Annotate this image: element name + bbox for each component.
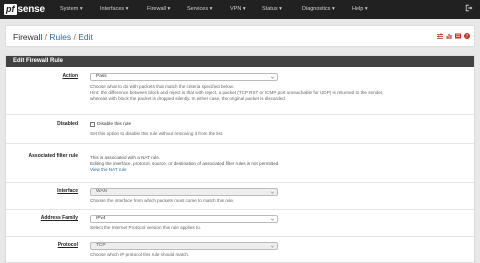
panel-title: Edit Firewall Rule — [6, 56, 474, 67]
sliders-icon[interactable] — [437, 33, 443, 39]
interface-row: Interface WAN Choose the interface from … — [6, 183, 474, 210]
interface-help: Choose the interface from which packets … — [90, 198, 235, 203]
protocol-value: TCP — [96, 243, 106, 248]
interface-value: WAN — [96, 189, 108, 194]
chart-icon[interactable] — [446, 33, 452, 39]
protocol-select[interactable]: TCP — [90, 242, 278, 250]
address-family-row: Address Family IPv4 Select the Internet … — [6, 210, 474, 237]
edit-rule-panel: Edit Firewall Rule Action Pass Choose wh… — [5, 55, 475, 263]
nav-diagnostics[interactable]: Diagnostics ▾ — [302, 5, 335, 13]
checkbox-box[interactable] — [90, 122, 95, 127]
associated-rule-info: This is associated with a NAT rule. Edit… — [90, 155, 279, 173]
breadcrumb-separator: / — [73, 32, 76, 42]
nav-status[interactable]: Status ▾ — [262, 5, 282, 13]
logout-icon[interactable] — [465, 4, 473, 12]
top-navbar: pf sense System ▾ Interfaces ▾ Firewall … — [0, 0, 480, 19]
interface-label: Interface — [57, 188, 78, 194]
action-label: Action — [62, 73, 78, 79]
nav-system[interactable]: System ▾ — [60, 5, 83, 13]
action-help-line: whereas with block the packet is dropped… — [90, 96, 287, 101]
address-family-help: Select the Internet Protocol version thi… — [90, 225, 202, 230]
chevron-down-icon — [271, 76, 274, 79]
nav-firewall[interactable]: Firewall ▾ — [147, 5, 170, 13]
breadcrumb-firewall: Firewall — [13, 32, 43, 42]
protocol-row: Protocol TCP Choose which IP protocol th… — [6, 237, 474, 263]
action-row: Action Pass Choose what to do with packe… — [6, 67, 474, 115]
action-select[interactable]: Pass — [90, 73, 278, 81]
interface-select[interactable]: WAN — [90, 188, 278, 196]
address-family-select[interactable]: IPv4 — [90, 215, 278, 223]
logo-pf: pf — [4, 4, 17, 15]
breadcrumb-bar: Firewall / Rules / Edit ? — [5, 25, 475, 47]
nav-services[interactable]: Services ▾ — [187, 5, 212, 13]
address-family-label: Address Family — [40, 215, 78, 221]
nav-help[interactable]: Help ▾ — [352, 5, 368, 13]
chevron-down-icon — [271, 218, 274, 221]
chevron-down-icon — [271, 245, 274, 248]
nav-interfaces[interactable]: Interfaces ▾ — [100, 5, 128, 13]
breadcrumb-separator: / — [44, 32, 48, 42]
shortcut-icons: ? — [437, 33, 470, 39]
action-help: Choose what to do with packets that matc… — [90, 84, 470, 102]
help-icon[interactable]: ? — [464, 33, 470, 39]
breadcrumb: Firewall / Rules / Edit — [13, 32, 93, 42]
breadcrumb-edit-link[interactable]: Edit — [78, 32, 93, 42]
protocol-help: Choose which IP protocol this rule shoul… — [90, 252, 190, 257]
disable-rule-text: Disable this rule — [97, 122, 132, 127]
action-value: Pass — [96, 74, 107, 79]
disabled-help: Set this option to disable this rule wit… — [90, 131, 224, 136]
nav-vpn[interactable]: VPN ▾ — [230, 5, 246, 13]
breadcrumb-rules-link[interactable]: Rules — [49, 32, 71, 42]
protocol-label: Protocol — [57, 242, 78, 248]
disabled-label: Disabled — [57, 121, 78, 127]
pfsense-logo[interactable]: pf sense — [4, 3, 45, 16]
chevron-down-icon — [271, 191, 274, 194]
associated-rule-label: Associated filter rule — [28, 153, 78, 159]
address-family-value: IPv4 — [96, 216, 106, 221]
disable-rule-checkbox[interactable]: Disable this rule — [90, 121, 131, 128]
disabled-row: Disabled Disable this rule Set this opti… — [6, 115, 474, 144]
view-nat-rule-link[interactable]: View the NAT rule — [90, 167, 279, 173]
logo-sense: sense — [17, 4, 46, 15]
associated-rule-row: Associated filter rule This is associate… — [6, 144, 474, 183]
list-icon[interactable] — [455, 33, 461, 39]
